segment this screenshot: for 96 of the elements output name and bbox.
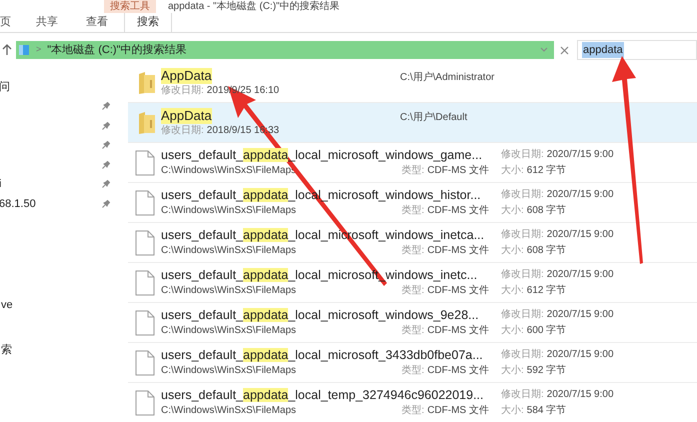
file-path: C:\Windows\WinSxS\FileMaps — [161, 204, 296, 218]
modified-date: 2020/7/15 9:00 — [546, 148, 614, 162]
pin-icon[interactable] — [102, 180, 110, 188]
search-text: appdata — [582, 42, 624, 58]
nav-item[interactable]: i — [0, 176, 2, 192]
file-size: 612 字节 — [526, 284, 566, 298]
file-size: 600 字节 — [526, 324, 566, 338]
ribbon-tab[interactable]: 搜索 — [124, 13, 172, 32]
file-path: C:\Windows\WinSxS\FileMaps — [161, 324, 296, 338]
file-name: users_default_appdata_local_microsoft_3433db0fbe07a... — [161, 347, 483, 364]
file-path: C:\Windows\WinSxS\FileMaps — [161, 284, 296, 298]
file-path: C:\Windows\WinSxS\FileMaps — [161, 364, 296, 378]
pin-icon[interactable] — [102, 200, 110, 208]
up-arrow-icon[interactable] — [2, 44, 12, 56]
file-type: CDF-MS 文件 — [427, 324, 489, 338]
modified-date: 2020/7/15 9:00 — [546, 268, 614, 282]
modified-date: 2020/7/15 9:00 — [546, 308, 614, 322]
file-icon — [135, 190, 155, 216]
file-name: users_default_appdata_local_microsoft_windows_9e28... — [161, 307, 479, 324]
breadcrumb-separator: > — [36, 43, 42, 56]
type-label: 类型: — [402, 244, 424, 258]
file-row[interactable]: users_default_appdata_local_microsoft_windows_9e28... C:\Windows\WinSxS\FileMaps 类型: CDF-MS 文件 修改日期: 2020/7/15 9:00 大小: 600 字节 — [128, 303, 697, 343]
breadcrumb-location[interactable]: "本地磁盘 (C:)"中的搜索结果 — [47, 42, 186, 58]
file-size: 584 字节 — [526, 404, 566, 418]
file-name: users_default_appdata_local_microsoft_windows_game... — [161, 147, 482, 164]
file-size: 608 字节 — [526, 204, 566, 218]
address-bar[interactable]: > "本地磁盘 (C:)"中的搜索结果 — [16, 41, 554, 59]
type-label: 类型: — [402, 324, 424, 338]
size-label: 大小: — [501, 364, 524, 378]
file-size: 608 字节 — [526, 244, 566, 258]
folder-name: AppData — [161, 108, 212, 124]
type-label: 类型: — [402, 164, 424, 178]
type-label: 类型: — [402, 204, 424, 218]
modified-date: 2020/7/15 9:00 — [546, 188, 614, 202]
ribbon-tab[interactable]: 查看 — [74, 13, 120, 32]
folder-path: C:\用户\Administrator — [400, 70, 494, 85]
location-icon — [18, 44, 30, 56]
pin-icon[interactable] — [102, 102, 110, 110]
pin-icon[interactable] — [102, 122, 110, 130]
file-type: CDF-MS 文件 — [427, 364, 489, 378]
file-size: 592 字节 — [526, 364, 566, 378]
folder-icon — [138, 110, 156, 134]
modified-date: 2020/7/15 9:00 — [546, 228, 614, 242]
type-label: 类型: — [402, 364, 424, 378]
nav-item[interactable]: 索 — [1, 342, 12, 359]
file-icon — [135, 350, 155, 376]
file-row[interactable]: users_default_appdata_local_temp_3274946c96022019... C:\Windows\WinSxS\FileMaps 类型: CDF-MS 文件 修改日期: 2020/7/15 9:00 大小: 584 字节 — [128, 383, 697, 422]
chevron-down-icon[interactable] — [540, 47, 548, 53]
date-label: 修改日期: — [501, 268, 544, 282]
size-label: 大小: — [501, 284, 524, 298]
search-field[interactable]: appdata — [577, 40, 697, 60]
file-type: CDF-MS 文件 — [427, 204, 489, 218]
type-label: 类型: — [402, 284, 424, 298]
file-name: users_default_appdata_local_temp_3274946c96022019... — [161, 387, 484, 404]
file-type: CDF-MS 文件 — [427, 244, 489, 258]
folder-name: AppData — [161, 68, 212, 84]
modified-date: 2020/7/15 9:00 — [546, 348, 614, 362]
type-label: 类型: — [402, 404, 424, 418]
pin-icon[interactable] — [102, 141, 110, 150]
size-label: 大小: — [501, 204, 524, 218]
file-type: CDF-MS 文件 — [427, 164, 489, 178]
ribbon-tab[interactable]: 共享 — [24, 13, 70, 32]
file-path: C:\Windows\WinSxS\FileMaps — [161, 404, 296, 418]
file-path: C:\Windows\WinSxS\FileMaps — [161, 244, 296, 258]
window-title: appdata - "本地磁盘 (C:)"中的搜索结果 — [168, 0, 340, 13]
date-label: 修改日期: — [501, 228, 544, 242]
file-icon — [135, 390, 155, 416]
ribbon-tab[interactable]: 页 — [0, 13, 22, 32]
file-path: C:\Windows\WinSxS\FileMaps — [161, 164, 296, 178]
search-tools-tab[interactable]: 搜索工具 — [104, 0, 156, 13]
date-label: 修改日期: — [501, 188, 544, 202]
size-label: 大小: — [501, 404, 524, 418]
date-label: 修改日期: — [501, 148, 544, 162]
size-label: 大小: — [501, 324, 524, 338]
file-size: 612 字节 — [526, 164, 566, 178]
nav-item[interactable]: 问 — [0, 78, 10, 95]
date-label: 修改日期: — [501, 388, 544, 402]
date-label: 修改日期: — [501, 308, 544, 322]
folder-path: C:\用户\Default — [400, 110, 468, 125]
file-icon — [135, 230, 155, 256]
file-row[interactable]: users_default_appdata_local_microsoft_3433db0fbe07a... C:\Windows\WinSxS\FileMaps 类型: CDF-MS 文件 修改日期: 2020/7/15 9:00 大小: 592 字节 — [128, 343, 697, 383]
nav-item[interactable]: ve — [1, 297, 13, 314]
file-type: CDF-MS 文件 — [427, 404, 489, 418]
size-label: 大小: — [501, 244, 524, 258]
date-label: 修改日期: — [161, 124, 204, 138]
file-icon — [135, 150, 155, 176]
size-label: 大小: — [501, 164, 524, 178]
folder-icon — [138, 70, 156, 94]
close-icon[interactable] — [560, 46, 569, 54]
file-icon — [135, 310, 155, 336]
file-icon — [135, 270, 155, 296]
file-type: CDF-MS 文件 — [427, 284, 489, 298]
date-label: 修改日期: — [161, 84, 204, 98]
date-label: 修改日期: — [501, 348, 544, 362]
modified-date: 2020/7/15 9:00 — [546, 388, 614, 402]
pin-icon[interactable] — [102, 160, 110, 169]
